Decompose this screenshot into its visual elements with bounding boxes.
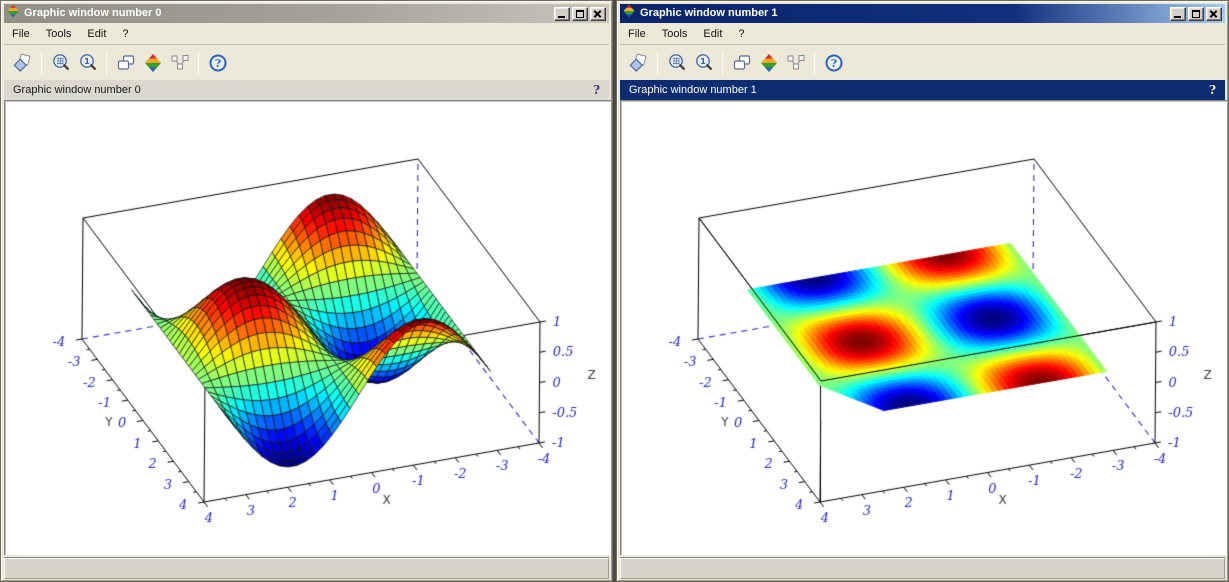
- svg-text:1: 1: [700, 57, 706, 66]
- infobar-help-icon[interactable]: ?: [1209, 83, 1216, 97]
- menu-file[interactable]: File: [4, 25, 38, 43]
- rotate-icon: [629, 52, 647, 72]
- help-button[interactable]: ?: [820, 49, 847, 76]
- zoom-area-icon: [52, 53, 69, 70]
- window-title: Graphic window number 1: [640, 7, 778, 19]
- scilab-ged-icon: [760, 53, 777, 72]
- toolbar-separator: [722, 50, 723, 75]
- edit-data-icon: [171, 54, 188, 69]
- infobar-help-icon[interactable]: ?: [593, 83, 600, 97]
- toolbar-separator: [814, 50, 815, 75]
- titlebar[interactable]: Graphic window number 0: [4, 4, 609, 23]
- info-bar: Graphic window number 0 ?: [4, 80, 609, 100]
- graphic-window-0: Graphic window number 0 File Tools Edit …: [0, 0, 613, 582]
- maximize-button[interactable]: [572, 6, 588, 21]
- svg-text:?: ?: [830, 57, 836, 70]
- info-text: Graphic window number 1: [629, 84, 757, 96]
- menu-edit[interactable]: Edit: [79, 25, 114, 43]
- scilab-ged-icon: [144, 53, 161, 72]
- info-bar: Graphic window number 1 ?: [620, 80, 1225, 100]
- menu-tools[interactable]: Tools: [38, 25, 80, 43]
- rotate-icon: [13, 52, 31, 72]
- minimize-icon: [1174, 15, 1181, 18]
- titlebar[interactable]: Graphic window number 1: [620, 4, 1225, 23]
- zoom-one-icon: 1: [695, 53, 712, 70]
- scilab-ged-button[interactable]: [139, 49, 166, 76]
- zoom-area-button[interactable]: [47, 49, 74, 76]
- toolbar-separator: [106, 50, 107, 75]
- minimize-button[interactable]: [554, 6, 570, 21]
- menu-bar: File Tools Edit ?: [620, 23, 1225, 45]
- toolbar-separator: [198, 50, 199, 75]
- scilab-app-icon: [6, 4, 20, 23]
- zoom-area-button[interactable]: [663, 49, 690, 76]
- close-button[interactable]: [1206, 6, 1222, 21]
- menu-bar: File Tools Edit ?: [4, 23, 609, 45]
- maximize-icon: [576, 9, 584, 18]
- toolbar: 1 ?: [4, 45, 609, 80]
- edit-data-button[interactable]: [782, 49, 809, 76]
- window-title: Graphic window number 0: [24, 7, 162, 19]
- graphic-window-1: Graphic window number 1 File Tools Edit …: [616, 0, 1229, 582]
- toolbar-separator: [41, 50, 42, 75]
- copy-figure-button[interactable]: [112, 49, 139, 76]
- menu-file[interactable]: File: [620, 25, 654, 43]
- info-text: Graphic window number 0: [13, 84, 141, 96]
- menu-edit[interactable]: Edit: [695, 25, 730, 43]
- scilab-ged-button[interactable]: [755, 49, 782, 76]
- toolbar: 1 ?: [620, 45, 1225, 80]
- minimize-button[interactable]: [1170, 6, 1186, 21]
- toolbar-separator: [657, 50, 658, 75]
- svg-text:1: 1: [84, 57, 90, 66]
- zoom-area-icon: [668, 53, 685, 70]
- rotate-button[interactable]: [625, 49, 652, 76]
- menu-help[interactable]: ?: [114, 25, 136, 43]
- plot-canvas-flat-surface[interactable]: [620, 100, 1227, 555]
- menu-help[interactable]: ?: [730, 25, 752, 43]
- maximize-button[interactable]: [1188, 6, 1204, 21]
- plot-canvas-surface[interactable]: [4, 100, 611, 555]
- minimize-icon: [558, 15, 565, 18]
- edit-data-icon: [787, 54, 804, 69]
- zoom-one-icon: 1: [79, 53, 96, 70]
- help-icon: ?: [825, 54, 842, 71]
- status-bar: [4, 558, 609, 579]
- copy-figure-icon: [117, 54, 134, 70]
- svg-text:?: ?: [214, 57, 220, 70]
- help-button[interactable]: ?: [204, 49, 231, 76]
- rotate-button[interactable]: [9, 49, 36, 76]
- status-bar: [620, 558, 1225, 579]
- zoom-original-button[interactable]: 1: [690, 49, 717, 76]
- copy-figure-icon: [733, 54, 750, 70]
- close-button[interactable]: [590, 6, 606, 21]
- copy-figure-button[interactable]: [728, 49, 755, 76]
- zoom-original-button[interactable]: 1: [74, 49, 101, 76]
- scilab-app-icon: [622, 4, 636, 23]
- edit-data-button[interactable]: [166, 49, 193, 76]
- maximize-icon: [1192, 9, 1200, 18]
- help-icon: ?: [209, 54, 226, 71]
- menu-tools[interactable]: Tools: [654, 25, 696, 43]
